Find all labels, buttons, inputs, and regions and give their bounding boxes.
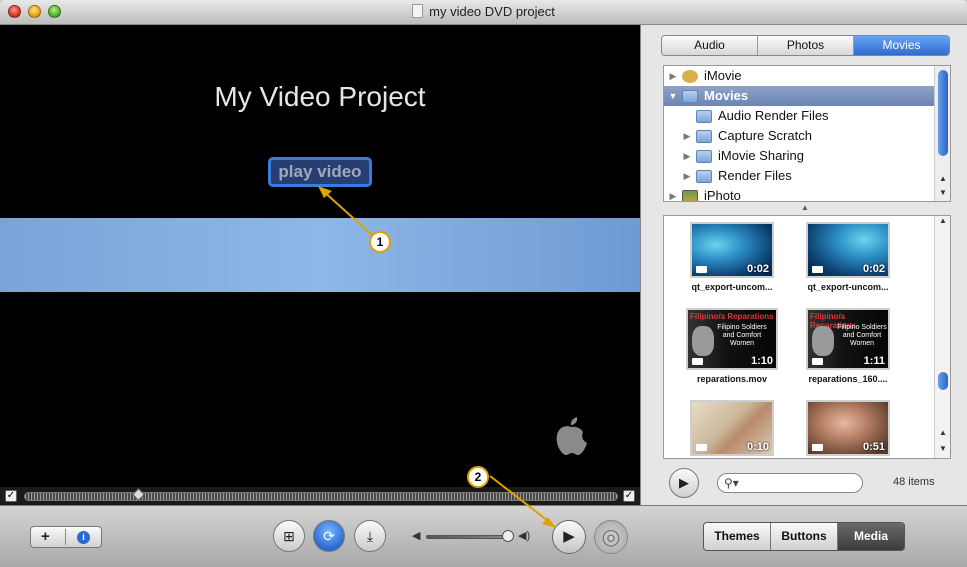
themes-button[interactable]: Themes bbox=[704, 523, 771, 550]
movie-label: reparations.mov bbox=[696, 374, 768, 384]
tree-item-movies[interactable]: ▼ Movies bbox=[664, 86, 950, 106]
tab-photos[interactable]: Photos bbox=[758, 36, 854, 55]
tab-audio[interactable]: Audio bbox=[662, 36, 758, 55]
disclosure-triangle-icon[interactable]: ▶ bbox=[682, 146, 692, 166]
item-count: 48 items bbox=[893, 476, 935, 488]
movie-item[interactable]: 0:51 bbox=[798, 400, 898, 458]
search-input[interactable] bbox=[742, 476, 856, 491]
mode-selector: Themes Buttons Media bbox=[703, 522, 905, 551]
movie-duration: 0:02 bbox=[862, 263, 885, 275]
tree-item-capture-scratch[interactable]: ▶ Capture Scratch bbox=[664, 126, 950, 146]
menu-preview: My Video Project play video 1 bbox=[0, 25, 640, 487]
movie-thumbnail: Filipino/a Reparations Filipino Soldiers… bbox=[686, 308, 778, 370]
movie-duration: 1:10 bbox=[750, 355, 773, 367]
buttons-button[interactable]: Buttons bbox=[771, 523, 838, 550]
document-icon bbox=[412, 4, 424, 18]
movie-thumbnail: Filipino/a Reparations Filipino Soldiers… bbox=[806, 308, 890, 370]
scroll-up-arrow-icon[interactable]: ▲ bbox=[935, 428, 950, 437]
tree-item-label: iMovie bbox=[704, 68, 742, 83]
scroll-up-arrow-icon[interactable]: ▲ bbox=[935, 174, 950, 183]
folder-icon bbox=[696, 130, 712, 143]
thumbnail-subtitle: Filipino Soldiers and Comfort Women bbox=[717, 324, 767, 347]
callout-marker-1: 1 bbox=[369, 231, 391, 253]
movie-item[interactable]: 0:10 bbox=[682, 400, 782, 458]
callout-arrow-2 bbox=[489, 475, 556, 528]
play-icon: ▶ bbox=[679, 475, 689, 490]
tree-item-imovie[interactable]: ▶ iMovie bbox=[664, 66, 950, 86]
scroll-down-arrow-icon[interactable]: ▼ bbox=[935, 188, 950, 197]
movie-thumbnail: 0:02 bbox=[690, 222, 774, 278]
tree-item-label: Render Files bbox=[718, 168, 792, 183]
tree-item-label: Capture Scratch bbox=[718, 128, 812, 143]
tree-item-label: iPhoto bbox=[704, 188, 741, 202]
tree-scrollbar-thumb[interactable] bbox=[938, 70, 948, 156]
tree-item-label: iMovie Sharing bbox=[718, 148, 804, 163]
bottom-toolbar: + i ⊞ ⟳ ⤓ ◀ ◀) ▶ ◎ 2 Themes Buttons Medi… bbox=[0, 466, 967, 567]
iphoto-icon bbox=[682, 190, 698, 201]
video-camera-icon bbox=[812, 266, 823, 273]
media-browser-panel: Audio Photos Movies ▶ iMovie ▼ Movies Au… bbox=[640, 25, 967, 505]
video-camera-icon bbox=[812, 358, 823, 365]
disclosure-triangle-icon[interactable]: ▶ bbox=[668, 66, 678, 86]
movie-label: qt_export-uncom... bbox=[691, 282, 773, 292]
movie-grid: 0:02 qt_export-uncom... 0:02 qt_export-u… bbox=[663, 215, 951, 459]
disclosure-triangle-icon[interactable]: ▶ bbox=[682, 166, 692, 186]
video-camera-icon bbox=[692, 358, 703, 365]
movie-duration: 1:11 bbox=[863, 355, 885, 367]
tree-scrollbar[interactable]: ▲ ▼ bbox=[934, 66, 950, 201]
window-title: my video DVD project bbox=[429, 4, 555, 19]
window-title-wrap: my video DVD project bbox=[0, 4, 967, 19]
source-tree: ▶ iMovie ▼ Movies Audio Render Files ▶ C… bbox=[663, 65, 951, 202]
movie-duration: 0:02 bbox=[746, 263, 769, 275]
folder-icon bbox=[696, 110, 712, 123]
tree-item-render-files[interactable]: ▶ Render Files bbox=[664, 166, 950, 186]
callout-arrows bbox=[318, 186, 373, 236]
tree-item-audio-render-files[interactable]: Audio Render Files bbox=[664, 106, 950, 126]
tree-item-imovie-sharing[interactable]: ▶ iMovie Sharing bbox=[664, 146, 950, 166]
grid-scrollbar-thumb[interactable] bbox=[938, 372, 948, 390]
tree-item-iphoto[interactable]: ▶ iPhoto bbox=[664, 186, 950, 202]
disclosure-triangle-open-icon[interactable]: ▼ bbox=[668, 86, 678, 106]
folder-icon bbox=[696, 150, 712, 163]
movie-item[interactable]: 0:02 qt_export-uncom... bbox=[798, 222, 898, 292]
search-icon: ⚲▾ bbox=[724, 476, 739, 490]
callout-marker-2: 2 bbox=[467, 466, 489, 488]
splitter-handle-icon[interactable]: ▲ bbox=[801, 203, 809, 212]
movies-folder-icon bbox=[682, 90, 698, 103]
search-field[interactable]: ⚲▾ bbox=[717, 473, 863, 493]
scroll-up-arrow-icon[interactable]: ▲ bbox=[935, 216, 950, 225]
folder-icon bbox=[696, 170, 712, 183]
movie-duration: 0:51 bbox=[862, 441, 885, 453]
video-camera-icon bbox=[696, 444, 707, 451]
movie-item[interactable]: Filipino/a Reparations Filipino Soldiers… bbox=[798, 308, 898, 384]
tree-item-label: Audio Render Files bbox=[718, 108, 829, 123]
grid-scrollbar[interactable]: ▲ ▲ ▼ bbox=[934, 216, 950, 458]
media-button[interactable]: Media bbox=[838, 523, 904, 550]
movie-label: qt_export-uncom... bbox=[807, 282, 889, 292]
movie-thumbnail: 0:51 bbox=[806, 400, 890, 456]
tree-item-label: Movies bbox=[704, 88, 749, 103]
portrait-shape bbox=[692, 326, 714, 356]
thumbnail-title: Filipino/a Reparations bbox=[690, 312, 774, 321]
movie-item[interactable]: Filipino/a Reparations Filipino Soldiers… bbox=[682, 308, 782, 384]
preview-play-button[interactable]: ▶ bbox=[669, 468, 699, 498]
disclosure-triangle-icon[interactable]: ▶ bbox=[668, 186, 678, 201]
media-tabs: Audio Photos Movies bbox=[661, 35, 950, 56]
title-bar: my video DVD project bbox=[0, 0, 967, 25]
movie-thumbnail: 0:02 bbox=[806, 222, 890, 278]
movie-thumbnail: 0:10 bbox=[690, 400, 774, 456]
scroll-down-arrow-icon[interactable]: ▼ bbox=[935, 444, 950, 453]
disclosure-triangle-icon[interactable]: ▶ bbox=[682, 126, 692, 146]
video-camera-icon bbox=[812, 444, 823, 451]
thumbnail-subtitle: Filipino Soldiers and Comfort Women bbox=[837, 324, 887, 347]
movie-label: reparations_160.... bbox=[808, 374, 888, 384]
end-checkbox[interactable]: ✓ bbox=[623, 490, 635, 502]
movie-duration: 0:10 bbox=[746, 441, 769, 453]
movie-item[interactable]: 0:02 qt_export-uncom... bbox=[682, 222, 782, 292]
portrait-shape bbox=[812, 326, 834, 356]
video-camera-icon bbox=[696, 266, 707, 273]
imovie-icon bbox=[682, 70, 698, 83]
tab-movies[interactable]: Movies bbox=[854, 36, 949, 55]
